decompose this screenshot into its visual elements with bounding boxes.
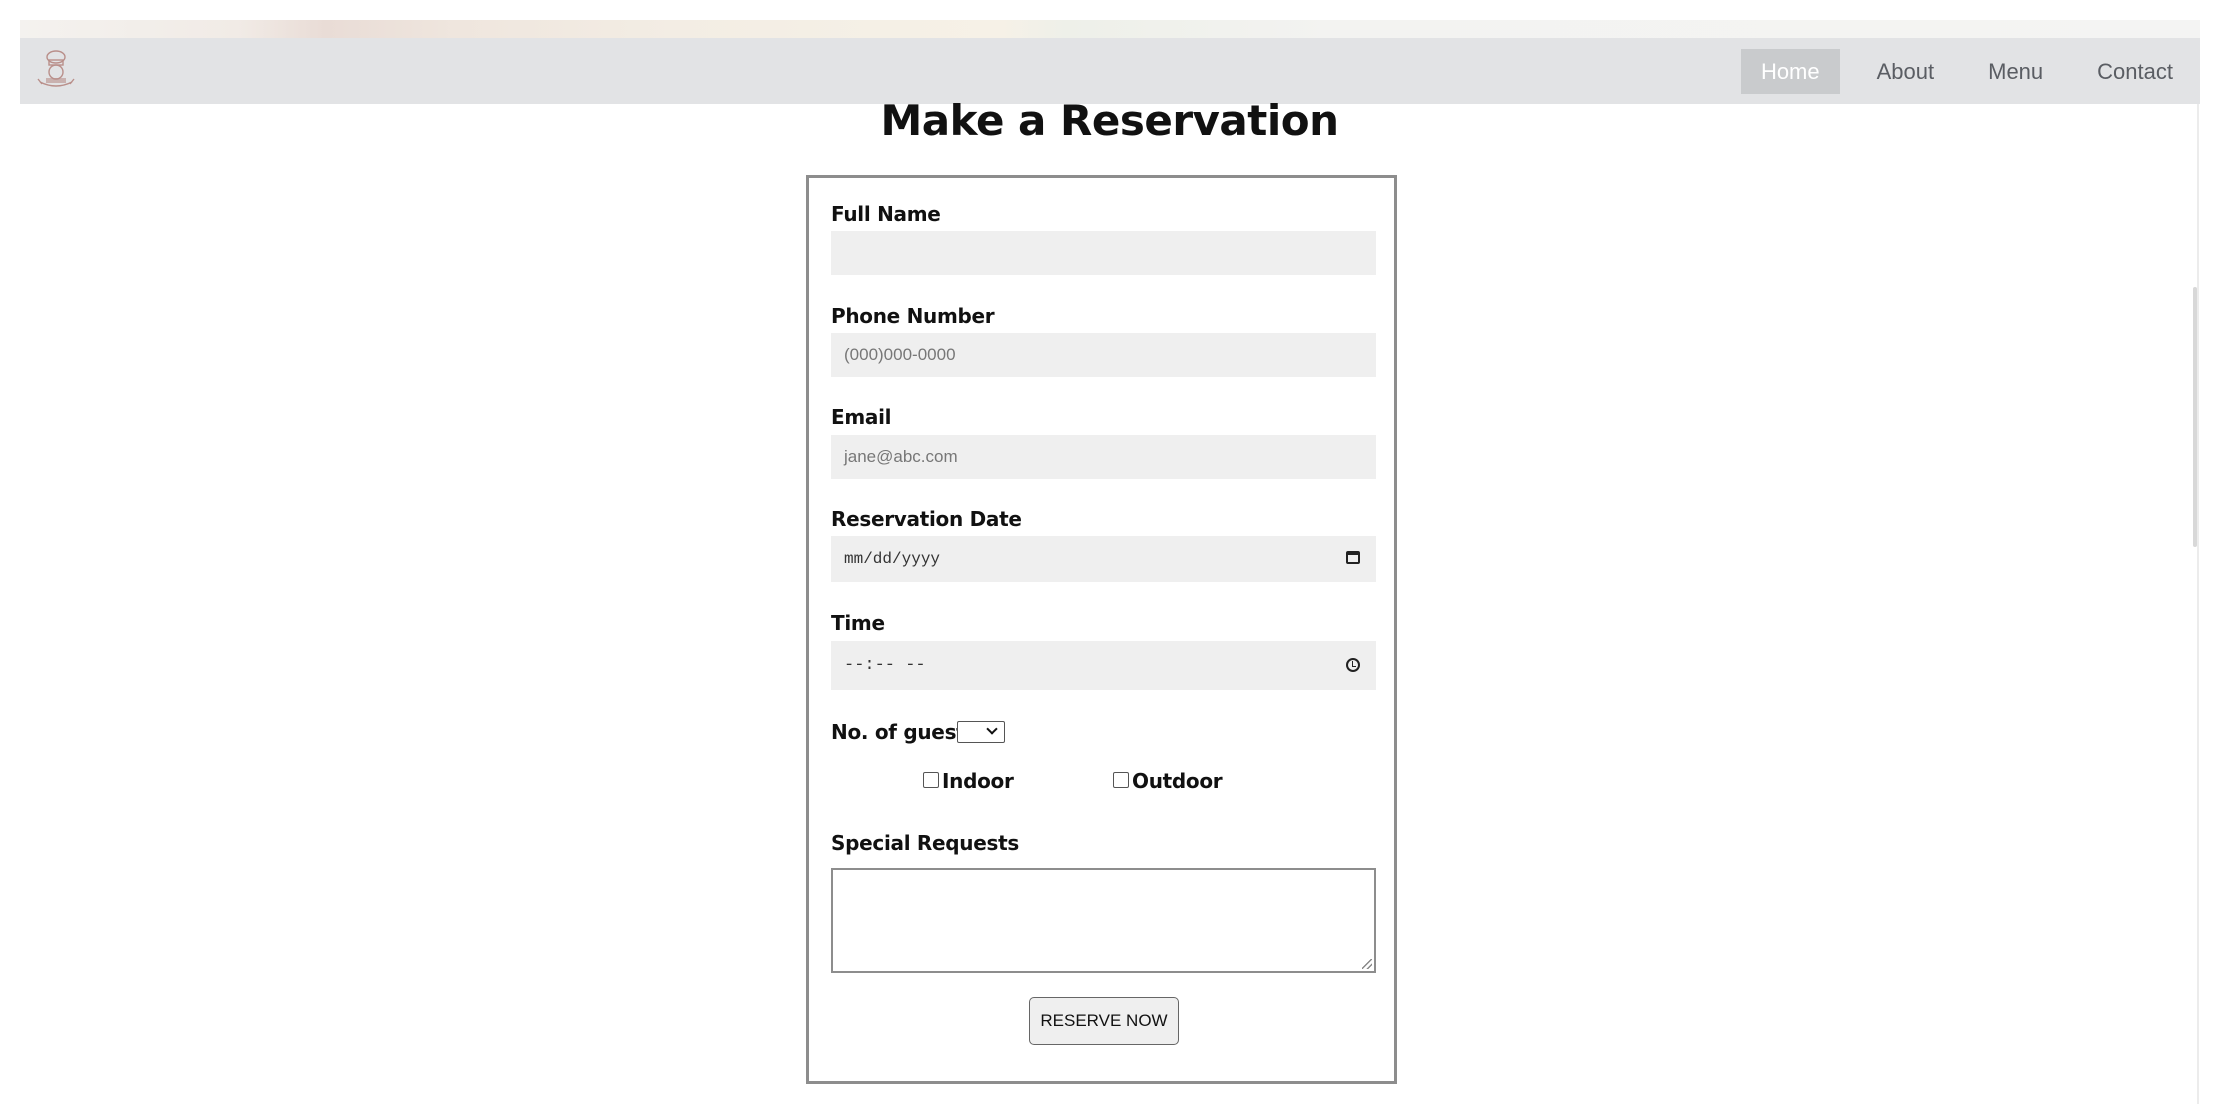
reservation-form: Full Name Phone Number (000)000-0000 Ema…	[806, 175, 1397, 1084]
outdoor-checkbox[interactable]	[1113, 772, 1129, 788]
phone-input[interactable]: (000)000-0000	[831, 333, 1376, 377]
nav-menu-link[interactable]: Menu	[1961, 49, 2070, 94]
calendar-icon[interactable]	[1346, 551, 1360, 564]
scrollbar-thumb[interactable]	[2193, 287, 2197, 547]
outdoor-label: Outdoor	[1132, 769, 1223, 793]
chevron-down-icon	[986, 723, 998, 735]
nav-about-link[interactable]: About	[1850, 49, 1962, 94]
email-label: Email	[831, 405, 892, 429]
email-input[interactable]: jane@abc.com	[831, 435, 1376, 479]
nav-contact-link[interactable]: Contact	[2070, 49, 2200, 94]
phone-label: Phone Number	[831, 304, 995, 328]
time-label: Time	[831, 611, 885, 635]
page-right-edge	[2197, 104, 2199, 1104]
page-title: Make a Reservation	[880, 96, 1339, 145]
date-placeholder: mm/dd/yyyy	[844, 550, 941, 568]
special-requests-textarea[interactable]	[831, 868, 1376, 973]
email-placeholder: jane@abc.com	[844, 447, 958, 466]
nav-links: Home About Menu Contact	[1740, 38, 2200, 104]
guests-label: No. of guests	[831, 720, 978, 744]
full-name-label: Full Name	[831, 202, 941, 226]
time-input[interactable]: --:-- --	[831, 641, 1376, 690]
chef-logo-icon[interactable]	[32, 44, 80, 92]
date-label: Reservation Date	[831, 507, 1022, 531]
resize-grip-icon[interactable]	[1362, 959, 1372, 969]
guests-select[interactable]	[957, 721, 1005, 743]
clock-icon[interactable]	[1346, 658, 1360, 672]
hero-image-strip	[20, 20, 2200, 38]
phone-placeholder: (000)000-0000	[844, 345, 956, 364]
top-navbar: Home About Menu Contact	[20, 38, 2200, 104]
indoor-label: Indoor	[942, 769, 1014, 793]
reserve-now-button[interactable]: RESERVE NOW	[1029, 997, 1179, 1045]
indoor-checkbox[interactable]	[923, 772, 939, 788]
special-requests-label: Special Requests	[831, 831, 1019, 855]
date-input[interactable]: mm/dd/yyyy	[831, 536, 1376, 582]
full-name-input[interactable]	[831, 231, 1376, 275]
nav-home-link[interactable]: Home	[1740, 48, 1840, 94]
time-placeholder: --:-- --	[844, 656, 926, 675]
